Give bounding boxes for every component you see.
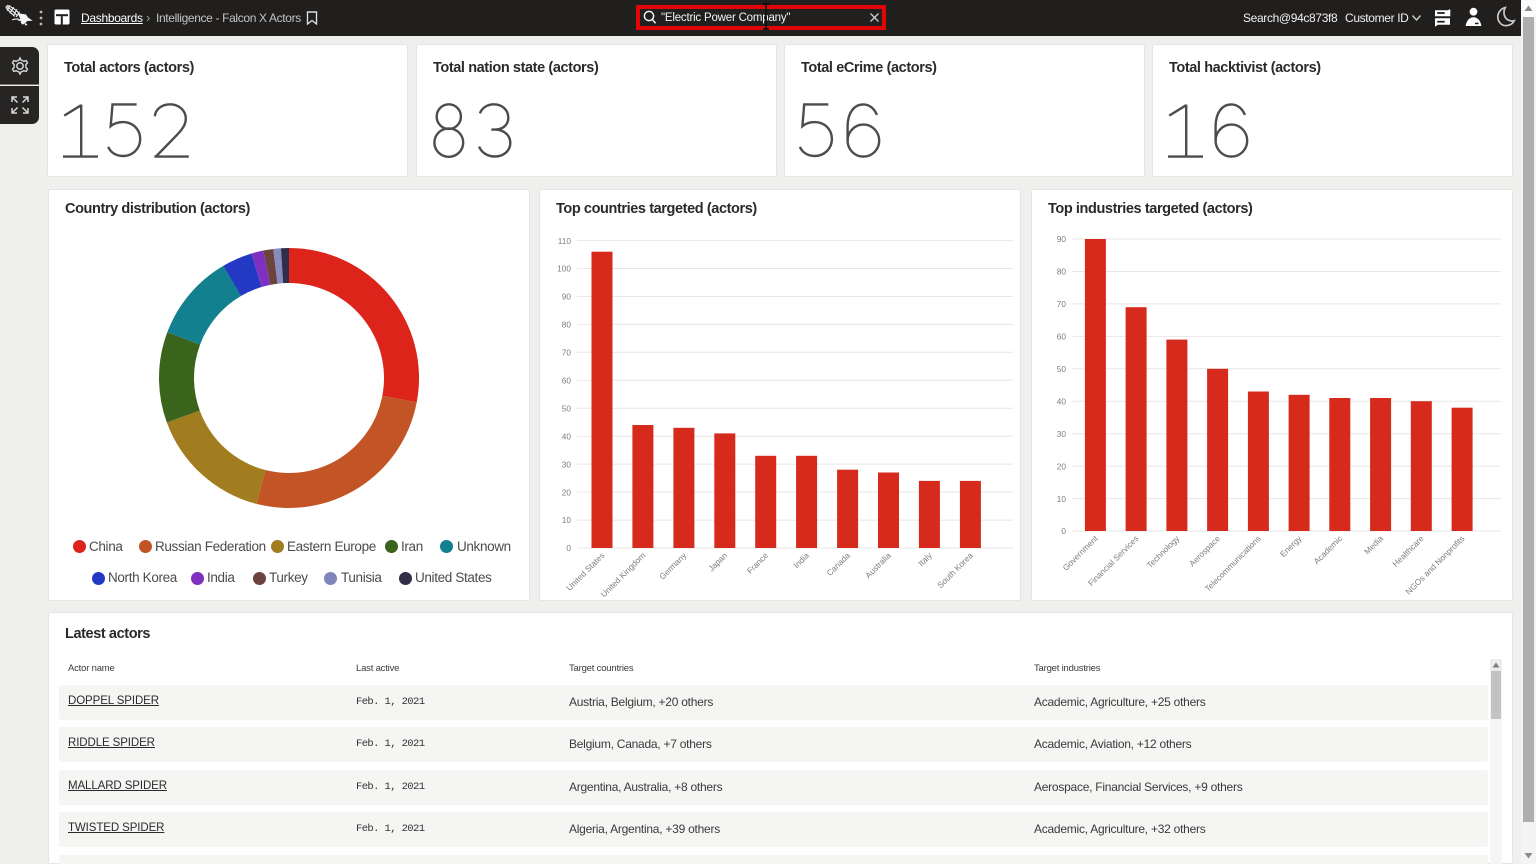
svg-text:Healthcare: Healthcare — [1390, 533, 1426, 569]
svg-text:Media: Media — [1362, 533, 1385, 556]
svg-text:30: 30 — [1057, 429, 1067, 439]
svg-text:70: 70 — [562, 348, 572, 358]
svg-text:10: 10 — [562, 515, 572, 525]
svg-text:Germany: Germany — [657, 550, 689, 582]
svg-text:France: France — [745, 550, 771, 576]
svg-text:20: 20 — [562, 487, 572, 497]
svg-text:80: 80 — [1057, 267, 1067, 277]
svg-text:0: 0 — [566, 543, 571, 553]
svg-text:India: India — [791, 550, 811, 570]
svg-text:0: 0 — [1061, 526, 1066, 536]
svg-text:Japan: Japan — [706, 550, 729, 573]
svg-text:90: 90 — [562, 292, 572, 302]
svg-text:Technology: Technology — [1145, 533, 1182, 570]
svg-text:10: 10 — [1057, 494, 1067, 504]
svg-text:South Korea: South Korea — [935, 550, 975, 590]
svg-text:100: 100 — [557, 264, 571, 274]
svg-text:Academic: Academic — [1311, 533, 1344, 566]
svg-text:40: 40 — [1057, 396, 1067, 406]
svg-text:United States: United States — [564, 550, 606, 592]
svg-text:80: 80 — [562, 320, 572, 330]
svg-text:Canada: Canada — [824, 550, 852, 578]
svg-text:Italy: Italy — [916, 550, 934, 568]
svg-text:Government: Government — [1060, 533, 1100, 573]
svg-text:110: 110 — [558, 236, 572, 246]
svg-text:60: 60 — [1057, 332, 1067, 342]
svg-text:40: 40 — [562, 431, 572, 441]
svg-text:Aerospace: Aerospace — [1187, 533, 1222, 568]
svg-text:20: 20 — [1057, 461, 1067, 471]
svg-text:Australia: Australia — [863, 550, 893, 580]
svg-text:Energy: Energy — [1278, 533, 1304, 559]
svg-text:50: 50 — [1057, 364, 1067, 374]
svg-text:30: 30 — [562, 459, 572, 469]
svg-text:70: 70 — [1057, 299, 1067, 309]
svg-text:60: 60 — [562, 376, 572, 386]
svg-text:50: 50 — [562, 403, 572, 413]
svg-text:90: 90 — [1057, 234, 1067, 244]
